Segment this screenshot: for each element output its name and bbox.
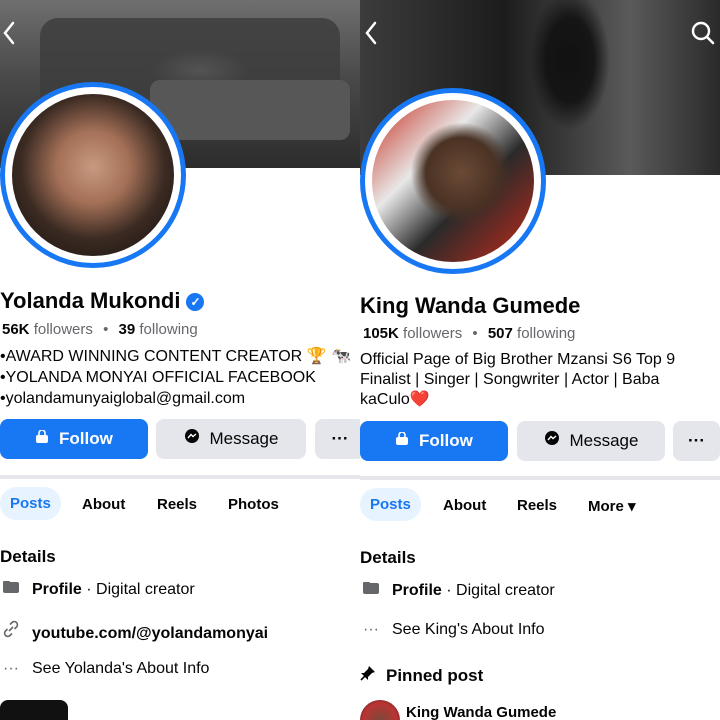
followers-label: followers	[403, 325, 463, 342]
detail-about-info[interactable]: ··· See King's About Info	[360, 621, 545, 639]
detail-profile: Profile · Digital creator	[0, 580, 195, 599]
details-title: Details	[0, 547, 56, 566]
tab-reels[interactable]: Reels	[157, 496, 197, 513]
tab-reels[interactable]: Reels	[517, 497, 557, 514]
profile-avatar[interactable]	[0, 82, 186, 268]
following-label: following	[517, 325, 576, 342]
profile-avatar[interactable]	[360, 88, 546, 274]
following-count[interactable]: 39	[119, 321, 136, 338]
follow-button[interactable]: Follow	[0, 419, 148, 459]
detail-about-info[interactable]: ··· See Yolanda's About Info	[0, 660, 209, 678]
detail-link[interactable]: youtube.com/@yolandamonyai	[0, 620, 268, 643]
pin-icon	[360, 665, 382, 686]
search-icon[interactable]	[690, 20, 716, 50]
post-thumbnail[interactable]	[0, 700, 68, 720]
tab-about[interactable]: About	[443, 497, 486, 514]
pinned-post-label: Pinned post	[386, 666, 484, 685]
link-icon	[0, 620, 22, 643]
about-info-link[interactable]: See King's About Info	[392, 621, 545, 638]
section-divider	[360, 476, 720, 480]
bio-line-3: kaCulo❤️	[360, 391, 430, 408]
profile-label: Profile	[32, 581, 82, 598]
message-button[interactable]: Message	[156, 419, 306, 459]
profile-name: Yolanda Mukondi ✓	[0, 288, 205, 314]
avatar-photo	[12, 94, 174, 256]
profile-panel-right: King Wanda Gumede 105K followers • 507 f…	[360, 0, 720, 720]
following-label: following	[139, 321, 198, 338]
message-button[interactable]: Message	[517, 421, 665, 461]
message-label: Message	[209, 429, 279, 448]
following-count[interactable]: 507	[488, 325, 513, 342]
follow-label: Follow	[59, 429, 113, 448]
profile-label: Profile	[392, 582, 442, 599]
about-info-link[interactable]: See Yolanda's About Info	[32, 660, 209, 677]
bio-line-1: Official Page of Big Brother Mzansi S6 T…	[360, 351, 676, 368]
tab-about[interactable]: About	[82, 496, 125, 513]
follow-stats: 105K followers • 507 following	[363, 325, 575, 342]
cover-sofa-seat-shape	[150, 80, 350, 140]
back-icon[interactable]	[2, 20, 16, 50]
pinned-post-avatar[interactable]	[360, 700, 400, 720]
followers-count[interactable]: 105K	[363, 325, 399, 342]
follow-button[interactable]: Follow	[360, 421, 508, 461]
more-options-label: ···	[331, 429, 349, 448]
bio-line-2: •YOLANDA MONYAI OFFICIAL FACEBOOK	[0, 369, 316, 386]
profile-value: · Digital creator	[441, 582, 555, 599]
stats-separator: •	[103, 321, 109, 338]
messenger-icon	[544, 431, 564, 449]
more-options-button[interactable]: ···	[315, 419, 360, 459]
pinned-post-title: Pinned post	[360, 665, 483, 686]
more-options-label: ···	[688, 431, 705, 450]
messenger-icon	[184, 429, 204, 447]
followers-count[interactable]: 56K	[2, 321, 30, 338]
tab-photos[interactable]: Photos	[228, 496, 279, 513]
tab-more[interactable]: More ▾	[588, 497, 636, 515]
back-icon[interactable]	[364, 20, 378, 50]
verified-badge-icon: ✓	[186, 293, 205, 311]
follow-stats: 56K followers • 39 following	[2, 321, 198, 338]
youtube-link[interactable]: youtube.com/@yolandamonyai	[32, 625, 268, 642]
tab-posts[interactable]: Posts	[360, 488, 421, 521]
section-divider	[0, 475, 360, 479]
follow-label: Follow	[419, 431, 473, 450]
profile-panel-left: Yolanda Mukondi ✓ 56K followers • 39 foll…	[0, 0, 360, 720]
dots-icon: ···	[363, 621, 379, 638]
bio-line-2: Finalist | Singer | Songwriter | Actor |…	[360, 371, 660, 388]
dots-icon: ···	[3, 660, 19, 677]
pinned-post-author[interactable]: King Wanda Gumede	[406, 704, 556, 720]
message-label: Message	[569, 431, 639, 450]
stats-separator: •	[472, 325, 478, 342]
follow-icon	[395, 431, 413, 449]
profile-category-icon	[360, 581, 382, 600]
details-title: Details	[360, 548, 416, 567]
profile-value: · Digital creator	[81, 581, 195, 598]
follow-icon	[35, 429, 53, 447]
profile-name: King Wanda Gumede	[360, 293, 581, 318]
bio-line-1: •AWARD WINNING CONTENT CREATOR 🏆 🐄	[0, 348, 351, 365]
profile-name-text: Yolanda Mukondi	[0, 288, 181, 313]
profile-category-icon	[0, 580, 22, 599]
avatar-photo	[372, 100, 534, 262]
bio-line-3[interactable]: •yolandamunyaiglobal@gmail.com	[0, 389, 245, 409]
detail-profile: Profile · Digital creator	[360, 581, 555, 600]
followers-label: followers	[33, 321, 93, 338]
more-options-button[interactable]: ···	[673, 421, 720, 461]
tab-posts[interactable]: Posts	[0, 487, 61, 520]
